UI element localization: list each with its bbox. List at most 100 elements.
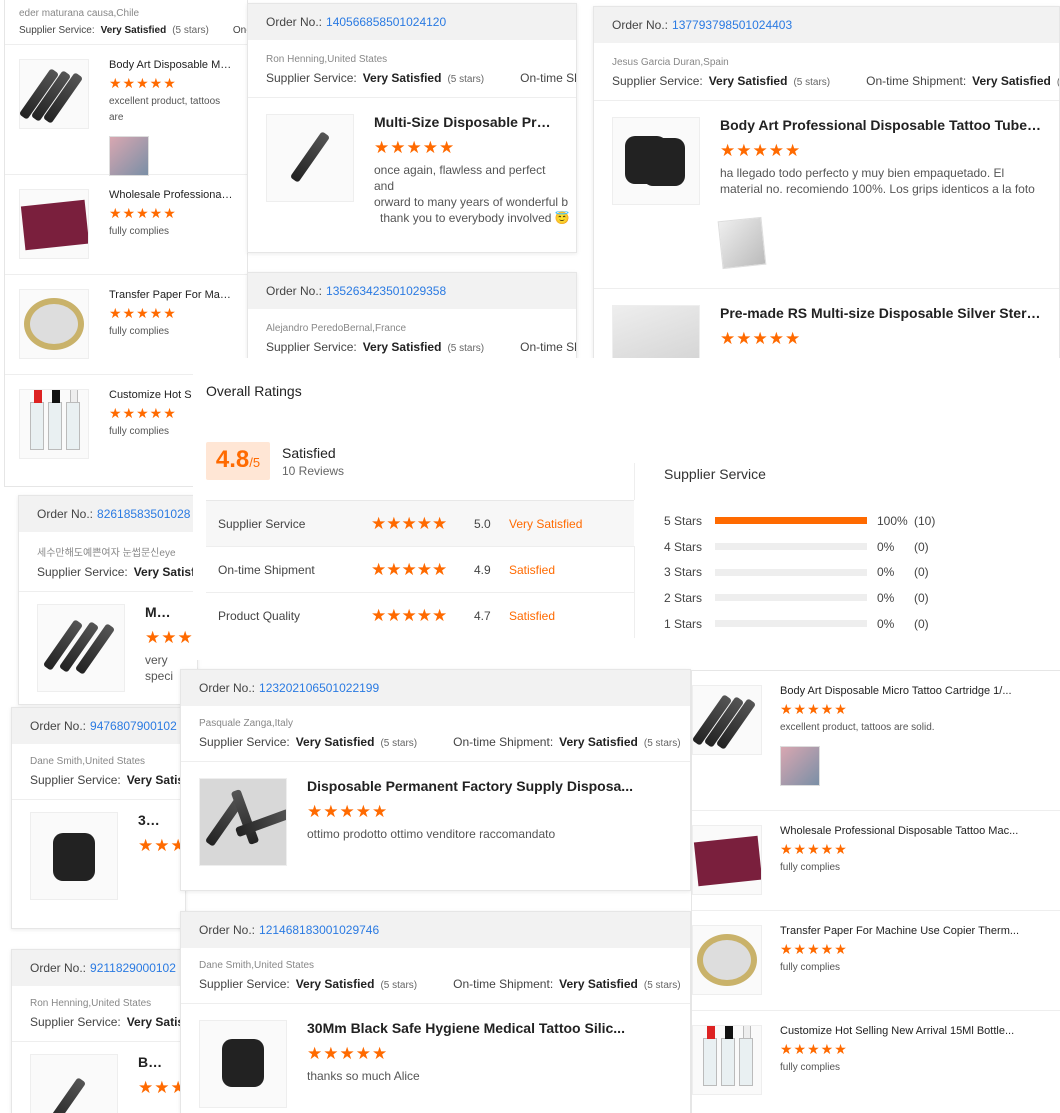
order-number-link[interactable]: 123202106501022199	[259, 681, 379, 695]
review-text: once again, flawless and perfect and	[374, 163, 546, 193]
supplier-service: Supplier Service: Very Satisfied (5 stars)…	[199, 735, 681, 749]
order-header: Order No.: 82618583501028	[19, 496, 197, 532]
item-title[interactable]: Body Art Disposable Micro	[109, 59, 233, 71]
cartridge-icon	[692, 685, 762, 755]
grip-icon	[612, 117, 700, 205]
buyer-name: Jesus Garcia Duran,Spain	[612, 57, 729, 68]
order-header: Order No.: 137793798501024403	[594, 7, 1059, 43]
item-title[interactable]: 30Mm Black Safe Hygiene Medical Tattoo S…	[307, 1020, 625, 1036]
review-text: ha llegado todo perfecto y muy bien empa…	[720, 166, 1035, 196]
buyer-name: eder maturana causa,Chile	[19, 8, 140, 19]
list-item[interactable]: Disposable Permanent Factory Supply Disp…	[181, 762, 690, 878]
item-title[interactable]: 30Mn	[138, 812, 167, 828]
distribution-row: 5 Stars 100% (10)	[664, 513, 936, 528]
star-rating: ★★★★★	[720, 329, 802, 348]
star-rating: ★★★★★	[109, 75, 177, 91]
item-title[interactable]: Disposable Permanent Factory Supply Disp…	[307, 778, 633, 794]
distribution-bar	[715, 517, 867, 525]
list-item[interactable]: Body ★★★★★	[12, 1042, 185, 1113]
item-title[interactable]: Customize Hot S	[109, 389, 192, 401]
list-item[interactable]: Wholesale Professional Disposable Tattoo…	[692, 811, 1060, 911]
review-text: very	[145, 653, 168, 667]
review-text: ottimo prodotto ottimo venditore raccoma…	[307, 827, 556, 841]
review-text: fully complies	[109, 426, 170, 437]
buyer-name: Pasquale Zanga,Italy	[199, 718, 293, 729]
order-number-link[interactable]: 135263423501029358	[326, 284, 446, 298]
star-rating: ★★★★★	[371, 606, 448, 625]
overall-ratings-panel: Overall Ratings 4.8/5 Satisfied 10 Revie…	[193, 358, 1060, 660]
buyer-name: Dane Smith,United States	[199, 960, 315, 971]
order-number-link[interactable]: 121468183001029746	[259, 923, 379, 937]
list-item[interactable]: Customize Hot Selling New Arrival 15Ml B…	[692, 1011, 1060, 1111]
list-item[interactable]: 30Mn ★★★★★	[12, 800, 185, 912]
item-title[interactable]: Multi-S	[145, 604, 179, 620]
box-icon	[19, 189, 89, 259]
review-text: speci	[145, 669, 174, 683]
score-badge: 4.8/5	[206, 442, 270, 480]
ratings-table: Supplier Service ★★★★★ 5.0 Very Satisfie…	[206, 500, 634, 639]
order-header: Order No.: 135263423501029358	[248, 273, 576, 309]
item-title[interactable]: Wholesale Professional Di	[109, 189, 233, 201]
paper-icon	[692, 925, 762, 995]
review-text: fully complies	[780, 962, 841, 973]
supplier-service: Supplier Service: Very Satisfied (5 stars)…	[266, 71, 577, 85]
review-panel-right: Body Art Disposable Micro Tattoo Cartrid…	[691, 670, 1060, 1113]
star-rating: ★★★★★	[371, 513, 448, 533]
order-number-link[interactable]: 140566858501024120	[326, 15, 446, 29]
review-photo[interactable]	[717, 216, 767, 270]
list-item[interactable]: Wholesale Professional Di ★★★★★ fully co…	[5, 175, 247, 275]
order-number-link[interactable]: 82618583501028	[97, 507, 190, 521]
cartridge-icon	[199, 778, 287, 866]
cartridge-icon	[37, 604, 125, 692]
order-card: Order No.: 123202106501022199 Pasquale Za…	[180, 669, 691, 891]
item-title[interactable]: Body Art Professional Disposable Tattoo …	[720, 117, 1041, 133]
satisfaction-label: Satisfied	[282, 445, 336, 461]
ratings-title: Overall Ratings	[206, 383, 302, 399]
star-rating: ★★★★★	[780, 841, 848, 857]
review-text: fully complies	[109, 326, 170, 337]
distribution-row: 2 Stars 0% (0)	[664, 590, 929, 605]
list-item[interactable]: Body Art Professional Disposable Tattoo …	[594, 101, 1059, 289]
supplier-service: Supplier Service: Very Satisfied (5 stars)…	[266, 340, 577, 354]
list-item[interactable]: Pre-made RS Multi-size Disposable Silver…	[594, 289, 1059, 365]
distribution-row: 3 Stars 0% (0)	[664, 565, 929, 580]
review-text: orward to many years of wonderful b	[374, 195, 569, 209]
distribution-row: 4 Stars 0% (0)	[664, 539, 929, 554]
star-rating: ★★★★★	[307, 802, 389, 821]
order-card: Order No.: 137793798501024403 Jesus Garci…	[593, 6, 1060, 366]
list-item[interactable]: Multi-Size Disposable Professio ★★★★★ on…	[248, 98, 576, 238]
item-title[interactable]: Body	[138, 1054, 167, 1070]
list-item[interactable]: Transfer Paper For Machine Use Copier Th…	[692, 911, 1060, 1011]
star-rating: ★★★★★	[138, 836, 186, 855]
order-number-link[interactable]: 137793798501024403	[672, 18, 792, 32]
item-title[interactable]: Pre-made RS Multi-size Disposable Silver…	[720, 305, 1041, 321]
supplier-service: Supplier Service: Very Satisfied (5 stars)…	[199, 977, 681, 991]
list-item[interactable]: 30Mm Black Safe Hygiene Medical Tattoo S…	[181, 1004, 690, 1113]
order-number-link[interactable]: 9476807900102	[90, 719, 177, 733]
item-title[interactable]: Transfer Paper For Machin	[109, 289, 233, 301]
buyer-name: 세수만해도예쁜여자 눈썹문신eye	[37, 548, 176, 559]
list-item[interactable]: Body Art Disposable Micro ★★★★★ excellen…	[5, 45, 247, 176]
review-photo[interactable]	[780, 746, 820, 786]
order-card: Order No.: 140566858501024120 Ron Henning…	[247, 3, 577, 253]
review-text: excellent product, tattoos are	[109, 96, 221, 123]
star-rating: ★★★★★	[109, 405, 177, 421]
list-item[interactable]: Body Art Disposable Micro Tattoo Cartrid…	[692, 671, 1060, 811]
review-photo[interactable]	[109, 136, 149, 176]
review-text: excellent product, tattoos are solid.	[780, 722, 935, 733]
item-title[interactable]: Wholesale Professional Disposable Tattoo…	[780, 825, 1018, 837]
box-icon	[692, 825, 762, 895]
buyer-name: Ron Henning,United States	[266, 54, 388, 65]
cartridge-icon	[19, 59, 89, 129]
rating-row: On-time Shipment ★★★★★ 4.9 Satisfied	[206, 547, 634, 593]
item-title[interactable]: Body Art Disposable Micro Tattoo Cartrid…	[780, 685, 1012, 697]
item-title[interactable]: Customize Hot Selling New Arrival 15Ml B…	[780, 1025, 1014, 1037]
order-number-link[interactable]: 9211829000102	[90, 961, 176, 975]
list-item[interactable]: Multi-S ★★★★★ very speci	[19, 592, 197, 704]
supplier-service: Supplier Service: Very Satisfied (5 stars)…	[612, 74, 1060, 88]
item-title[interactable]: Transfer Paper For Machine Use Copier Th…	[780, 925, 1019, 937]
star-rating: ★★★★★	[780, 701, 848, 717]
distribution-title: Supplier Service	[664, 466, 766, 482]
order-header: Order No.: 123202106501022199	[181, 670, 690, 706]
item-title[interactable]: Multi-Size Disposable Professio	[374, 114, 558, 130]
